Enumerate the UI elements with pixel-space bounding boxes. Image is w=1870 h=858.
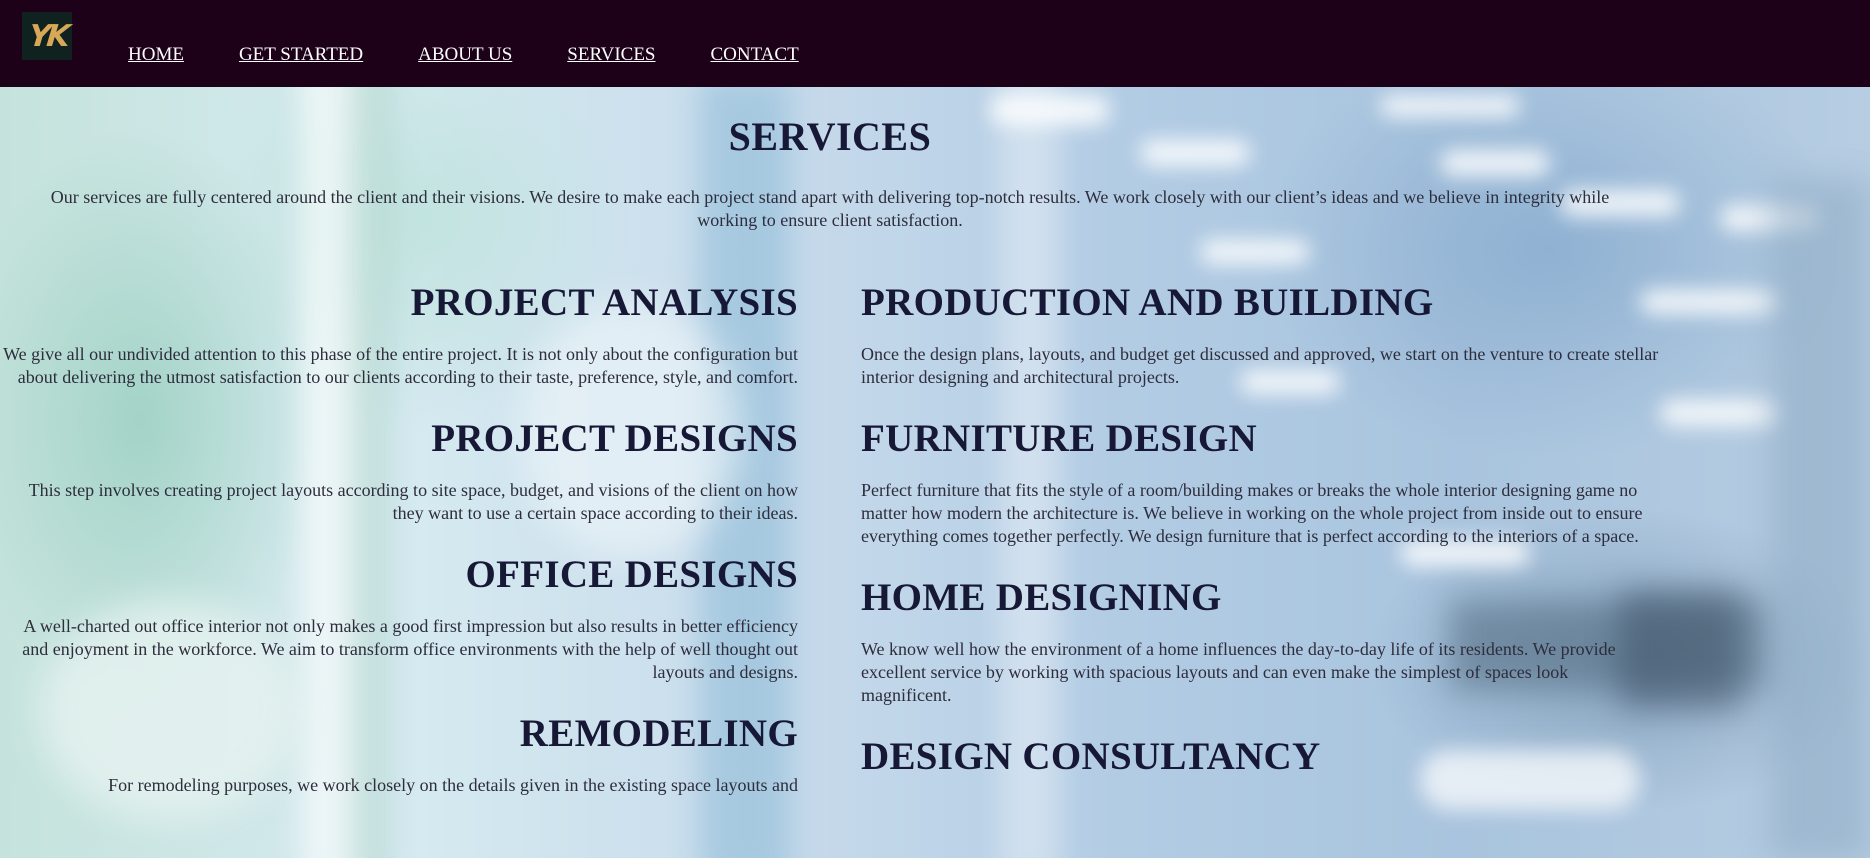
service-title: OFFICE DESIGNS <box>465 553 798 596</box>
service-description: Perfect furniture that fits the style of… <box>861 480 1643 546</box>
service-title: REMODELING <box>519 712 798 755</box>
nav-link-about-us[interactable]: ABOUT US <box>418 44 512 66</box>
nav-link-get-started[interactable]: GET STARTED <box>239 44 363 66</box>
logo[interactable]: YK <box>22 12 72 60</box>
service-office-designs: OFFICE DESIGNS A well-charted out office… <box>0 552 798 684</box>
intro-paragraph: Our services are fully centered around t… <box>50 187 1610 230</box>
service-description: Once the design plans, layouts, and budg… <box>861 344 1659 387</box>
service-title: DESIGN CONSULTANCY <box>861 735 1321 778</box>
service-description: A well-charted out office interior not o… <box>22 616 798 682</box>
nav-link-home[interactable]: HOME <box>128 44 184 66</box>
service-project-designs: PROJECT DESIGNS This step involves creat… <box>0 416 798 525</box>
service-furniture-design: FURNITURE DESIGN Perfect furniture that … <box>861 416 1661 548</box>
top-navbar: YK HOME GET STARTED ABOUT US SERVICES CO… <box>0 0 1870 87</box>
nav-link-contact[interactable]: CONTACT <box>711 44 799 66</box>
service-description: We know well how the environment of a ho… <box>861 639 1616 705</box>
service-title: FURNITURE DESIGN <box>861 417 1257 460</box>
logo-text: YK <box>26 18 68 54</box>
service-production-and-building: PRODUCTION AND BUILDING Once the design … <box>861 280 1661 389</box>
service-home-designing: HOME DESIGNING We know well how the envi… <box>861 575 1661 707</box>
service-title: PROJECT DESIGNS <box>431 417 798 460</box>
service-design-consultancy: DESIGN CONSULTANCY <box>861 734 1661 780</box>
service-project-analysis: PROJECT ANALYSIS We give all our undivid… <box>0 280 798 389</box>
service-description: We give all our undivided attention to t… <box>3 344 798 387</box>
service-title: PROJECT ANALYSIS <box>410 281 798 324</box>
service-description: For remodeling purposes, we work closely… <box>108 775 798 795</box>
page-title: SERVICES <box>728 114 932 159</box>
services-left-column: PROJECT ANALYSIS We give all our undivid… <box>0 280 798 797</box>
service-title: PRODUCTION AND BUILDING <box>861 281 1434 324</box>
nav-link-services[interactable]: SERVICES <box>567 44 655 66</box>
main-nav: HOME GET STARTED ABOUT US SERVICES CONTA… <box>128 44 854 66</box>
service-remodeling: REMODELING For remodeling purposes, we w… <box>0 711 798 797</box>
services-right-column: PRODUCTION AND BUILDING Once the design … <box>861 280 1661 780</box>
service-description: This step involves creating project layo… <box>28 480 798 523</box>
service-title: HOME DESIGNING <box>861 576 1222 619</box>
